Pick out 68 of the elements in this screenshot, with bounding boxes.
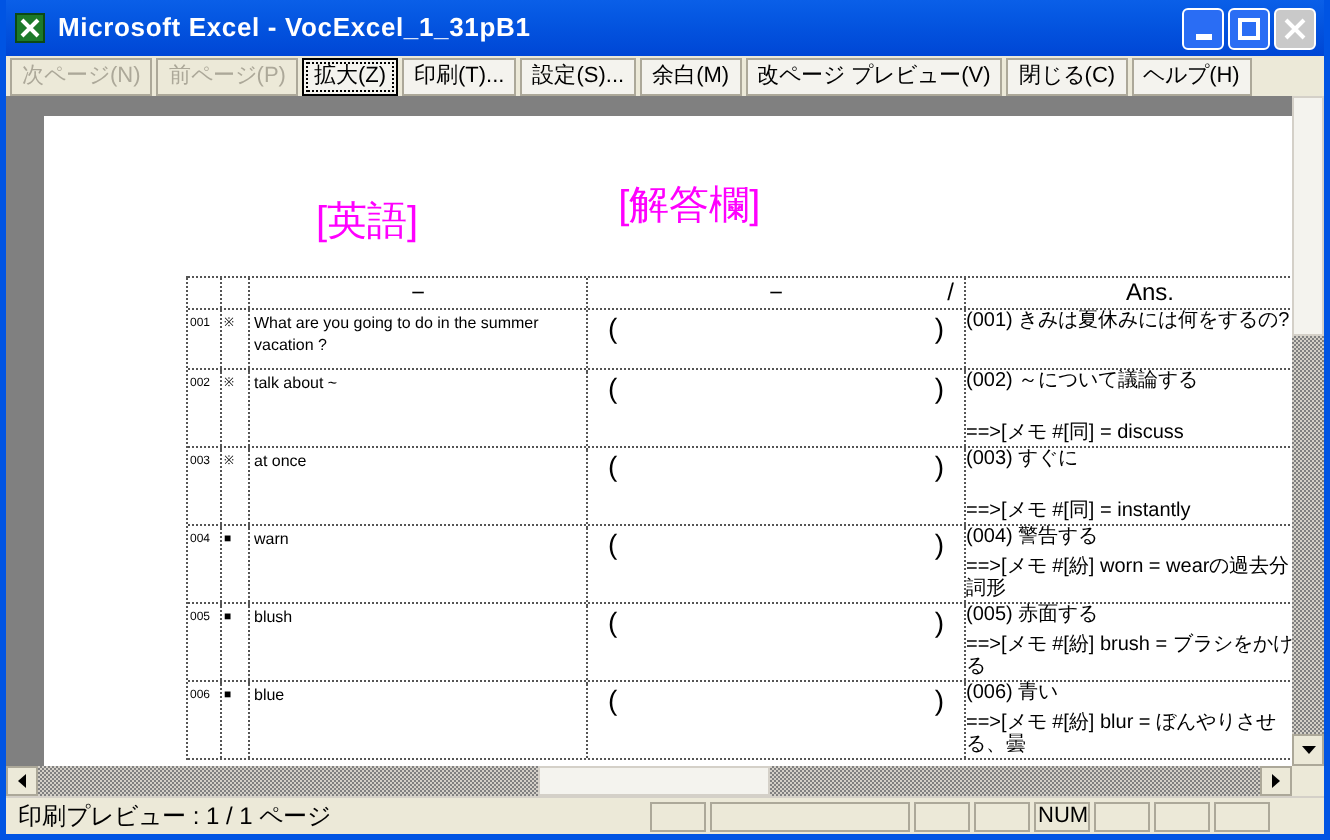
answer-text: (005) 赤面する <box>966 604 1101 626</box>
parenthesis: ) <box>934 312 944 348</box>
heading: [英語] <box>316 198 419 248</box>
scroll-right-button[interactable] <box>1260 766 1292 796</box>
parenthesis: ( <box>608 312 618 348</box>
status-panel <box>650 801 706 831</box>
heading: [解答欄] <box>618 182 761 232</box>
parenthesis: ( <box>608 684 618 720</box>
status-text: 印刷プレビュー : 1 / 1 ページ <box>16 800 334 834</box>
english-text: What are you going to do in the summer vacation ? <box>254 312 541 356</box>
parenthesis: ( <box>608 450 618 486</box>
answer-text: (002) ～について議論する <box>966 370 1201 392</box>
parenthesis: ) <box>934 372 944 408</box>
minimize-icon <box>1195 33 1211 39</box>
toolbar-button[interactable]: 改ページ プレビュー(V) <box>745 57 1003 95</box>
status-panel <box>914 801 970 831</box>
down-arrow-icon <box>1301 746 1315 754</box>
answer-text: (004) 警告する <box>966 526 1101 548</box>
spreadsheet-icon <box>14 12 46 44</box>
right-arrow-icon <box>1272 774 1280 788</box>
scroll-thumb[interactable] <box>538 766 770 796</box>
toolbar-button[interactable]: 閉じる(C) <box>1006 57 1128 95</box>
maximize-icon <box>1238 17 1260 39</box>
close-button[interactable] <box>1274 7 1316 49</box>
header-text: / <box>947 278 954 306</box>
parenthesis: ) <box>934 528 944 564</box>
minimize-button[interactable] <box>1182 7 1224 49</box>
header-text: Ans. <box>1125 278 1174 308</box>
english-text: at once <box>254 450 309 472</box>
left-arrow-icon <box>18 774 26 788</box>
answer-text: ==>[メモ #[同] = instantly <box>966 500 1193 522</box>
english-text: blue <box>254 684 287 706</box>
parenthesis: ) <box>934 684 944 720</box>
parenthesis: ) <box>934 606 944 642</box>
answer-text: ==>[メモ #[紛] brush = ブラシをかける <box>966 634 1292 678</box>
parenthesis: ( <box>608 606 618 642</box>
toolbar-button[interactable]: 余白(M) <box>640 57 742 95</box>
answer-text: ==>[メモ #[紛] worn = wearの過去分詞形 <box>966 556 1292 600</box>
answer-text: ==>[メモ #[紛] blur = ぼんやりさせる、曇 <box>966 712 1279 756</box>
answer-text: (006) 青い <box>966 682 1061 704</box>
english-text: warn <box>254 528 291 550</box>
close-icon <box>1284 17 1306 39</box>
toolbar-button[interactable]: 設定(S)... <box>520 57 637 95</box>
vertical-scrollbar[interactable] <box>1292 96 1324 796</box>
scroll-down-button[interactable] <box>1292 734 1324 766</box>
parenthesis: ( <box>608 372 618 408</box>
answer-text: (003) すぐに <box>966 448 1081 470</box>
status-panel <box>1094 801 1150 831</box>
answer-text: ==>[メモ #[同] = discuss <box>966 422 1186 444</box>
maximize-button[interactable] <box>1228 7 1270 49</box>
toolbar-button[interactable]: ヘルプ(H) <box>1131 57 1252 95</box>
status-indicator: NUM <box>1034 801 1090 831</box>
answer-text: (001) きみは夏休みには何をするの? <box>966 310 1292 332</box>
status-panel <box>1214 801 1270 831</box>
scroll-thumb[interactable] <box>1292 96 1324 336</box>
english-text: talk about ~ <box>254 372 340 394</box>
header-text: － <box>763 278 789 308</box>
horizontal-scrollbar[interactable] <box>6 766 1292 796</box>
toolbar-button[interactable]: 拡大(Z) <box>301 57 398 95</box>
toolbar-button[interactable]: 印刷(T)... <box>402 57 517 95</box>
window-title: Microsoft Excel - VocExcel_1_31pB1 <box>58 10 531 47</box>
english-text: blush <box>254 606 295 628</box>
parenthesis: ) <box>934 450 944 486</box>
parenthesis: ( <box>608 528 618 564</box>
status-panel <box>1154 801 1210 831</box>
status-panel <box>974 801 1030 831</box>
scroll-left-button[interactable] <box>6 766 38 796</box>
header-text: － <box>405 278 431 308</box>
